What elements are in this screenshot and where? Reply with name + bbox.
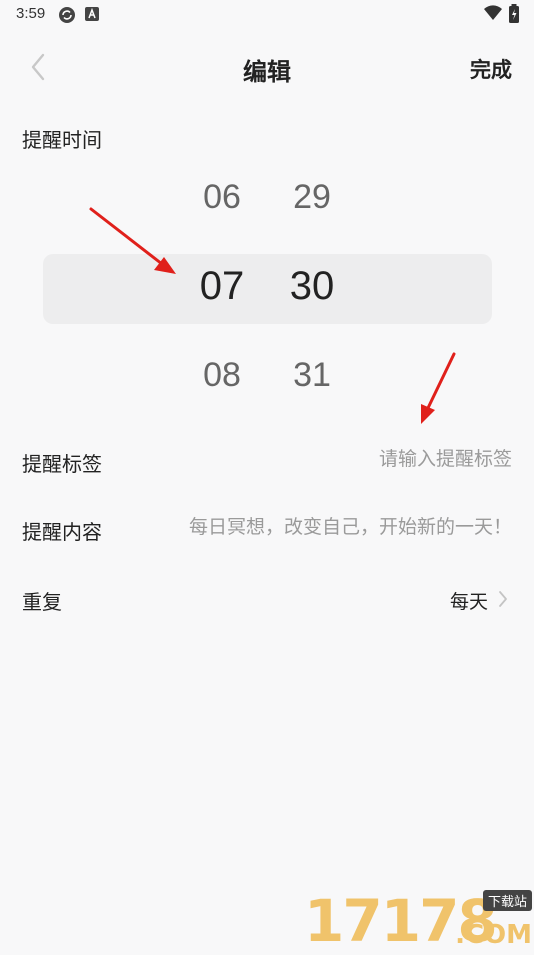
repeat-label: 重复	[22, 590, 62, 614]
minute-selected[interactable]: 30	[272, 264, 352, 309]
status-bar: 3:59	[0, 0, 534, 28]
back-button[interactable]	[22, 50, 56, 84]
minute-next[interactable]: 31	[272, 356, 352, 395]
chevron-right-icon	[499, 591, 507, 607]
tag-input[interactable]	[212, 444, 512, 474]
site-watermark-logo: 17178 下载站 .COM	[304, 888, 534, 950]
battery-icon	[509, 4, 519, 23]
content-label: 提醒内容	[22, 520, 102, 544]
a-app-icon	[85, 7, 99, 21]
minute-picker-column[interactable]: 29 30 31	[272, 160, 352, 420]
time-picker: 06 07 08 29 30 31	[0, 160, 534, 420]
hour-next[interactable]: 08	[182, 356, 262, 395]
content-input[interactable]	[142, 512, 512, 542]
watermark-suffix: .COM	[455, 920, 532, 950]
hour-picker-column[interactable]: 06 07 08	[182, 160, 262, 420]
content-row: 提醒内容	[22, 508, 512, 548]
watermark-badge: 下载站	[482, 890, 532, 911]
repeat-row[interactable]: 重复 每天	[22, 578, 512, 618]
wifi-icon	[484, 5, 502, 20]
hour-selected[interactable]: 07	[182, 264, 262, 309]
chevron-left-icon	[31, 53, 45, 81]
hour-prev[interactable]: 06	[182, 178, 262, 217]
sync-app-icon	[59, 7, 75, 23]
header-bar: 编辑 完成	[0, 38, 534, 96]
repeat-value: 每天	[449, 591, 488, 613]
done-button[interactable]: 完成	[470, 54, 512, 84]
page-title: 编辑	[243, 58, 291, 86]
minute-prev[interactable]: 29	[272, 178, 352, 217]
reminder-time-label: 提醒时间	[22, 128, 102, 152]
tag-label: 提醒标签	[22, 452, 102, 476]
tag-row: 提醒标签	[22, 440, 512, 480]
picker-selection-highlight	[43, 254, 492, 324]
status-time: 3:59	[16, 5, 46, 22]
